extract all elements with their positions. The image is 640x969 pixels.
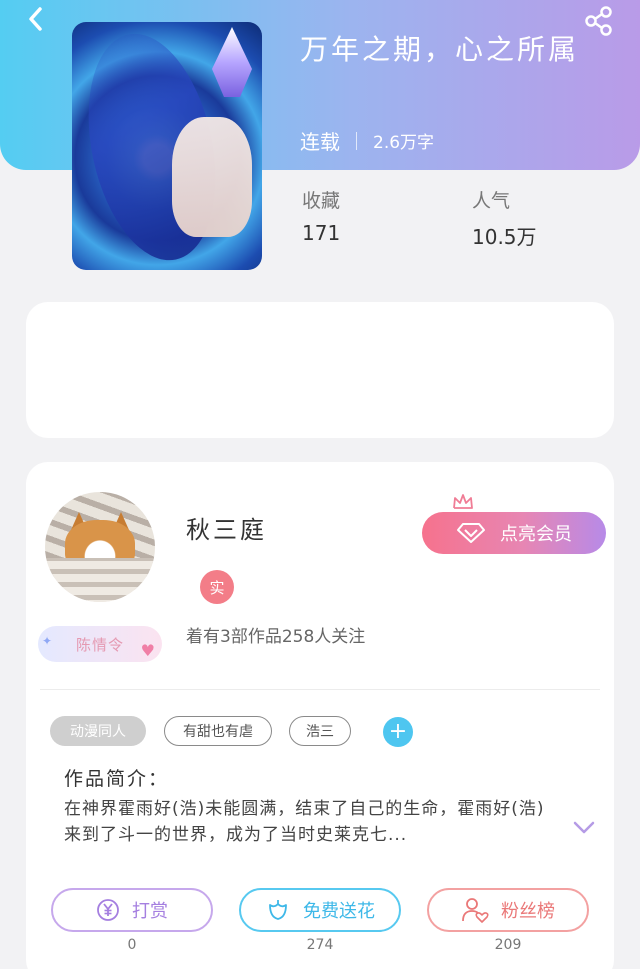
send-flower-label: 免费送花 — [303, 901, 375, 922]
crown-icon — [453, 494, 473, 509]
popularity-stat: 人气 10.5万 — [472, 186, 537, 250]
book-status-row: 连载 2.6万字 — [300, 126, 434, 155]
author-avatar[interactable] — [45, 492, 155, 602]
fan-count: 209 — [494, 937, 522, 953]
back-icon[interactable] — [22, 4, 52, 34]
blank-card — [26, 302, 614, 438]
fan-badge: ✦ 陈情令 ♥ — [38, 626, 162, 662]
tag-pairing[interactable]: 浩三 — [289, 716, 351, 746]
popularity-label: 人气 — [472, 190, 511, 212]
author-name[interactable]: 秋三庭 — [186, 510, 267, 545]
send-flower-button[interactable]: 免费送花 — [239, 888, 401, 932]
book-title: 万年之期，心之所属 — [300, 33, 580, 66]
intro-text: 在神界霍雨好(浩)未能圆满，结束了自己的生命，霍雨好(浩)来到了斗一的世界，成为… — [64, 799, 545, 845]
tip-button[interactable]: 打赏 — [51, 888, 213, 932]
fan-ranking-label: 粉丝榜 — [501, 901, 555, 922]
divider — [40, 689, 600, 690]
verified-badge: 实 — [200, 570, 234, 604]
add-tag-button[interactable]: + — [383, 717, 413, 747]
tag-mood[interactable]: 有甜也有虐 — [164, 716, 272, 746]
serial-status: 连载 — [300, 130, 340, 154]
favorites-label: 收藏 — [302, 190, 341, 212]
flower-count: 274 — [306, 937, 334, 953]
popularity-value: 10.5万 — [472, 225, 537, 249]
word-count: 2.6万字 — [373, 133, 435, 153]
sparkle-icon: ✦ — [42, 634, 54, 648]
heart-icon: ♥ — [140, 641, 156, 660]
tip-label: 打赏 — [132, 901, 168, 922]
favorites-value: 171 — [302, 221, 341, 245]
author-works-info: 着有3部作品258人关注 — [186, 627, 366, 647]
book-cover-image[interactable] — [72, 22, 262, 270]
vip-button-label: 点亮会员 — [500, 524, 572, 545]
yen-coin-icon — [97, 899, 119, 921]
user-heart-icon — [462, 898, 489, 923]
fan-badge-label: 陈情令 — [75, 635, 124, 654]
chevron-down-icon[interactable] — [572, 820, 596, 836]
favorites-stat: 收藏 171 — [302, 186, 340, 245]
vip-button[interactable]: 点亮会员 — [422, 512, 606, 554]
tag-category[interactable]: 动漫同人 — [50, 716, 146, 746]
fan-ranking-button[interactable]: 粉丝榜 — [427, 888, 589, 932]
diamond-icon — [457, 523, 485, 543]
status-divider — [356, 131, 357, 150]
tip-count: 0 — [127, 937, 137, 953]
flower-icon — [269, 900, 287, 920]
intro-heading: 作品简介： — [64, 768, 170, 790]
